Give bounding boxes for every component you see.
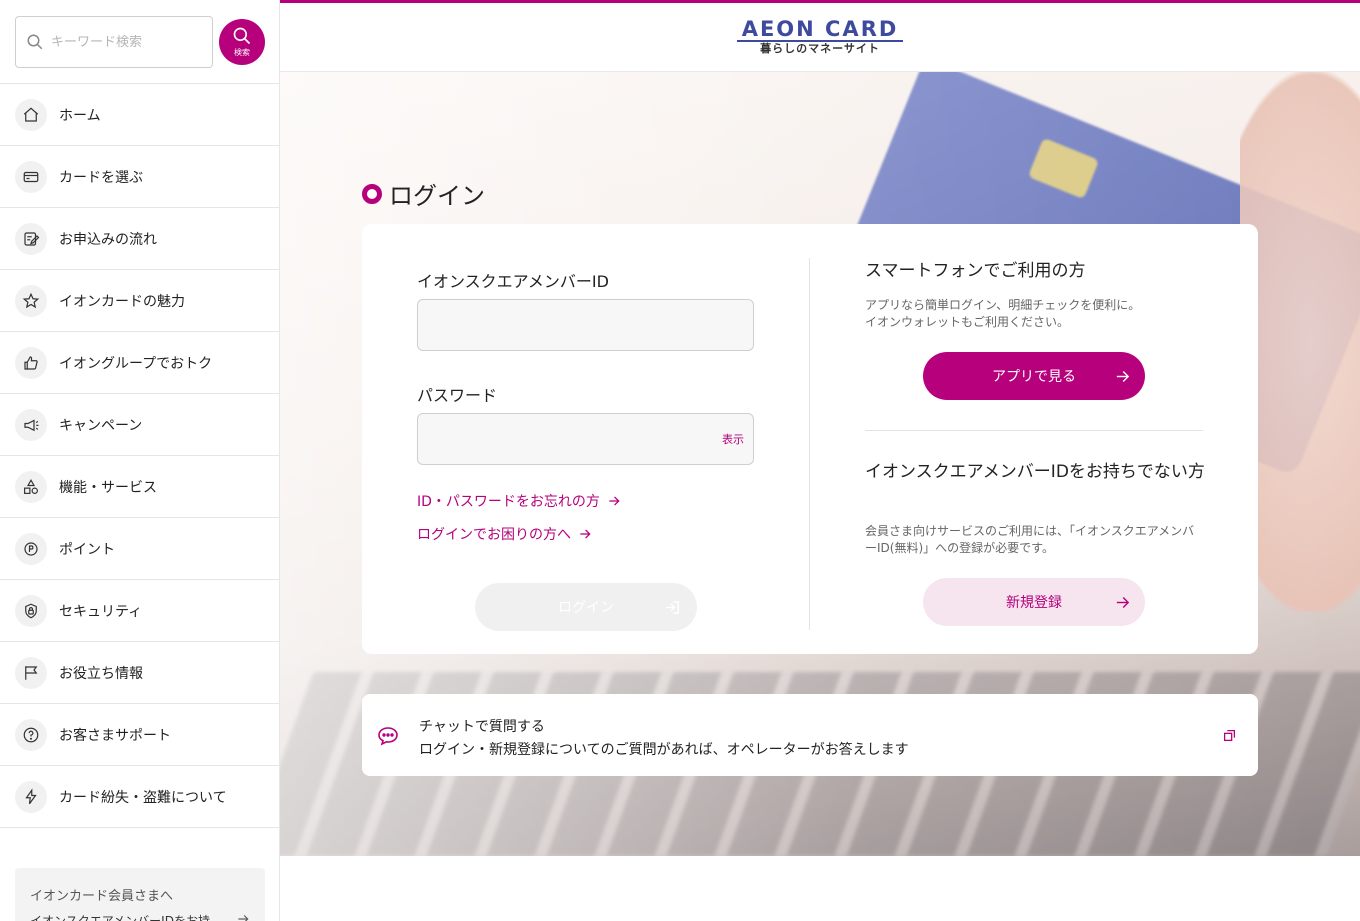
member-box-subtitle-text: イオンスクエアメンバーIDをお持 — [30, 914, 210, 921]
aeon-card-logo[interactable]: AEON CARD 暮らしのマネーサイト — [735, 18, 905, 71]
sidebar-item-group-deals[interactable]: イオングループでおトク — [0, 332, 279, 394]
chat-desc: ログイン・新規登録についてのご質問があれば、オペレーターがお答えします — [419, 742, 909, 758]
arrow-right-icon — [609, 496, 620, 506]
sidebar-item-label: キャンペーン — [59, 417, 143, 434]
home-icon — [15, 98, 47, 131]
point-icon — [15, 532, 47, 565]
show-password-toggle[interactable]: 表示 — [722, 431, 744, 447]
megaphone-icon — [15, 408, 47, 441]
sidebar-item-home[interactable]: ホーム — [0, 84, 279, 146]
question-icon — [15, 718, 47, 751]
header: AEON CARD 暮らしのマネーサイト — [280, 0, 1360, 72]
forgot-link-text: ID・パスワードをお忘れの方 — [417, 494, 600, 510]
search-icon — [27, 34, 43, 50]
arrow-right-icon — [1116, 370, 1130, 382]
view-app-button[interactable]: アプリで見る — [923, 352, 1145, 400]
shapes-icon — [15, 470, 47, 503]
arrow-right-icon — [1116, 596, 1130, 608]
login-button-label: ログイン — [558, 600, 614, 616]
hero-background: ログイン イオンスクエアメンバーID パスワード 表示 ID・パスワードをお忘れ… — [280, 72, 1360, 856]
below-hero-area — [280, 856, 1360, 921]
search-icon — [233, 27, 251, 45]
chat-bubble-icon — [378, 727, 398, 746]
sidebar-item-label: イオングループでおトク — [59, 355, 213, 372]
new-registration-label: 新規登録 — [1006, 595, 1062, 611]
member-box-title: イオンカード会員さまへ — [30, 889, 174, 904]
search-row: 検索 — [0, 0, 279, 84]
horizontal-divider — [865, 430, 1203, 431]
logo-main-text: AEON CARD — [741, 17, 899, 41]
forgot-id-password-link[interactable]: ID・パスワードをお忘れの方 — [417, 491, 621, 511]
page-title: ログイン — [389, 182, 485, 210]
sidebar-item-appeal[interactable]: イオンカードの魅力 — [0, 270, 279, 332]
sidebar-item-services[interactable]: 機能・サービス — [0, 456, 279, 518]
login-button[interactable]: ログイン — [475, 583, 697, 631]
register-section-desc: 会員さま向けサービスのご利用には、「イオンスクエアメンバーID(無料)」への登録… — [865, 524, 1195, 555]
lock-icon — [15, 594, 47, 627]
login-title: ログイン — [362, 176, 485, 211]
password-label: パスワード — [417, 386, 498, 405]
sidebar-item-label: セキュリティ — [59, 603, 143, 620]
sidebar-item-label: カードを選ぶ — [59, 169, 143, 186]
arrow-right-icon — [580, 529, 591, 539]
sidebar-item-label: ホーム — [59, 107, 101, 124]
main-content: AEON CARD 暮らしのマネーサイト ログイン イオンスクエアメンバーID … — [280, 0, 1360, 921]
external-link-icon — [1223, 729, 1236, 742]
vertical-divider — [809, 258, 810, 630]
new-registration-button[interactable]: 新規登録 — [923, 578, 1145, 626]
arrow-right-icon — [238, 915, 249, 921]
sidebar-item-application-flow[interactable]: お申込みの流れ — [0, 208, 279, 270]
sidebar-item-label: 機能・サービス — [59, 479, 157, 496]
sidebar: 検索 ホーム カードを選ぶ お申込みの流れ イオンカードの魅力 イオングループで… — [0, 0, 280, 921]
sidebar-item-security[interactable]: セキュリティ — [0, 580, 279, 642]
search-button[interactable]: 検索 — [219, 19, 265, 65]
chat-card[interactable]: チャットで質問する ログイン・新規登録についてのご質問があれば、オペレーターがお… — [362, 694, 1258, 776]
app-section-desc-1: アプリなら簡単ログイン、明細チェックを便利に。 — [865, 298, 1141, 312]
sidebar-item-support[interactable]: お客さまサポート — [0, 704, 279, 766]
form-edit-icon — [15, 222, 47, 255]
sidebar-item-label: ポイント — [59, 541, 115, 558]
lightning-icon — [15, 780, 47, 813]
card-icon — [15, 160, 47, 193]
trouble-link-text: ログインでお困りの方へ — [417, 527, 571, 543]
member-id-input[interactable] — [417, 299, 754, 351]
view-app-label: アプリで見る — [992, 369, 1076, 385]
login-trouble-link[interactable]: ログインでお困りの方へ — [417, 524, 592, 544]
member-box[interactable]: イオンカード会員さまへ イオンスクエアメンバーIDをお持 — [15, 868, 265, 921]
login-icon — [666, 600, 679, 614]
sidebar-item-label: カード紛失・盗難について — [59, 789, 227, 806]
thumbs-up-icon — [15, 346, 47, 379]
sidebar-item-choose-card[interactable]: カードを選ぶ — [0, 146, 279, 208]
password-input[interactable]: 表示 — [417, 413, 754, 465]
search-box[interactable] — [15, 16, 213, 68]
title-ring-icon — [362, 183, 382, 204]
register-section-title: イオンスクエアメンバーIDをお持ちでない方 — [865, 462, 1205, 482]
sidebar-item-label: お申込みの流れ — [59, 231, 157, 248]
sidebar-item-lost-stolen[interactable]: カード紛失・盗難について — [0, 766, 279, 828]
sidebar-item-campaign[interactable]: キャンペーン — [0, 394, 279, 456]
chat-title: チャットで質問する — [419, 719, 545, 735]
sidebar-item-points[interactable]: ポイント — [0, 518, 279, 580]
member-box-subtitle: イオンスクエアメンバーIDをお持 — [30, 912, 250, 921]
sidebar-item-label: お客さまサポート — [59, 727, 171, 744]
sidebar-item-label: イオンカードの魅力 — [59, 293, 185, 310]
app-section-desc-2: イオンウォレットもご利用ください。 — [865, 315, 1070, 329]
sidebar-item-label: お役立ち情報 — [59, 665, 143, 682]
login-card: イオンスクエアメンバーID パスワード 表示 ID・パスワードをお忘れの方 ログ… — [362, 224, 1258, 654]
sidebar-item-useful-info[interactable]: お役立ち情報 — [0, 642, 279, 704]
logo-sub-text: 暮らしのマネーサイト — [760, 42, 880, 55]
star-icon — [15, 284, 47, 317]
id-label: イオンスクエアメンバーID — [417, 272, 609, 291]
search-button-label: 検索 — [234, 48, 250, 57]
search-input[interactable] — [51, 34, 201, 50]
flag-icon — [15, 656, 47, 689]
app-section-title: スマートフォンでご利用の方 — [865, 261, 1086, 281]
